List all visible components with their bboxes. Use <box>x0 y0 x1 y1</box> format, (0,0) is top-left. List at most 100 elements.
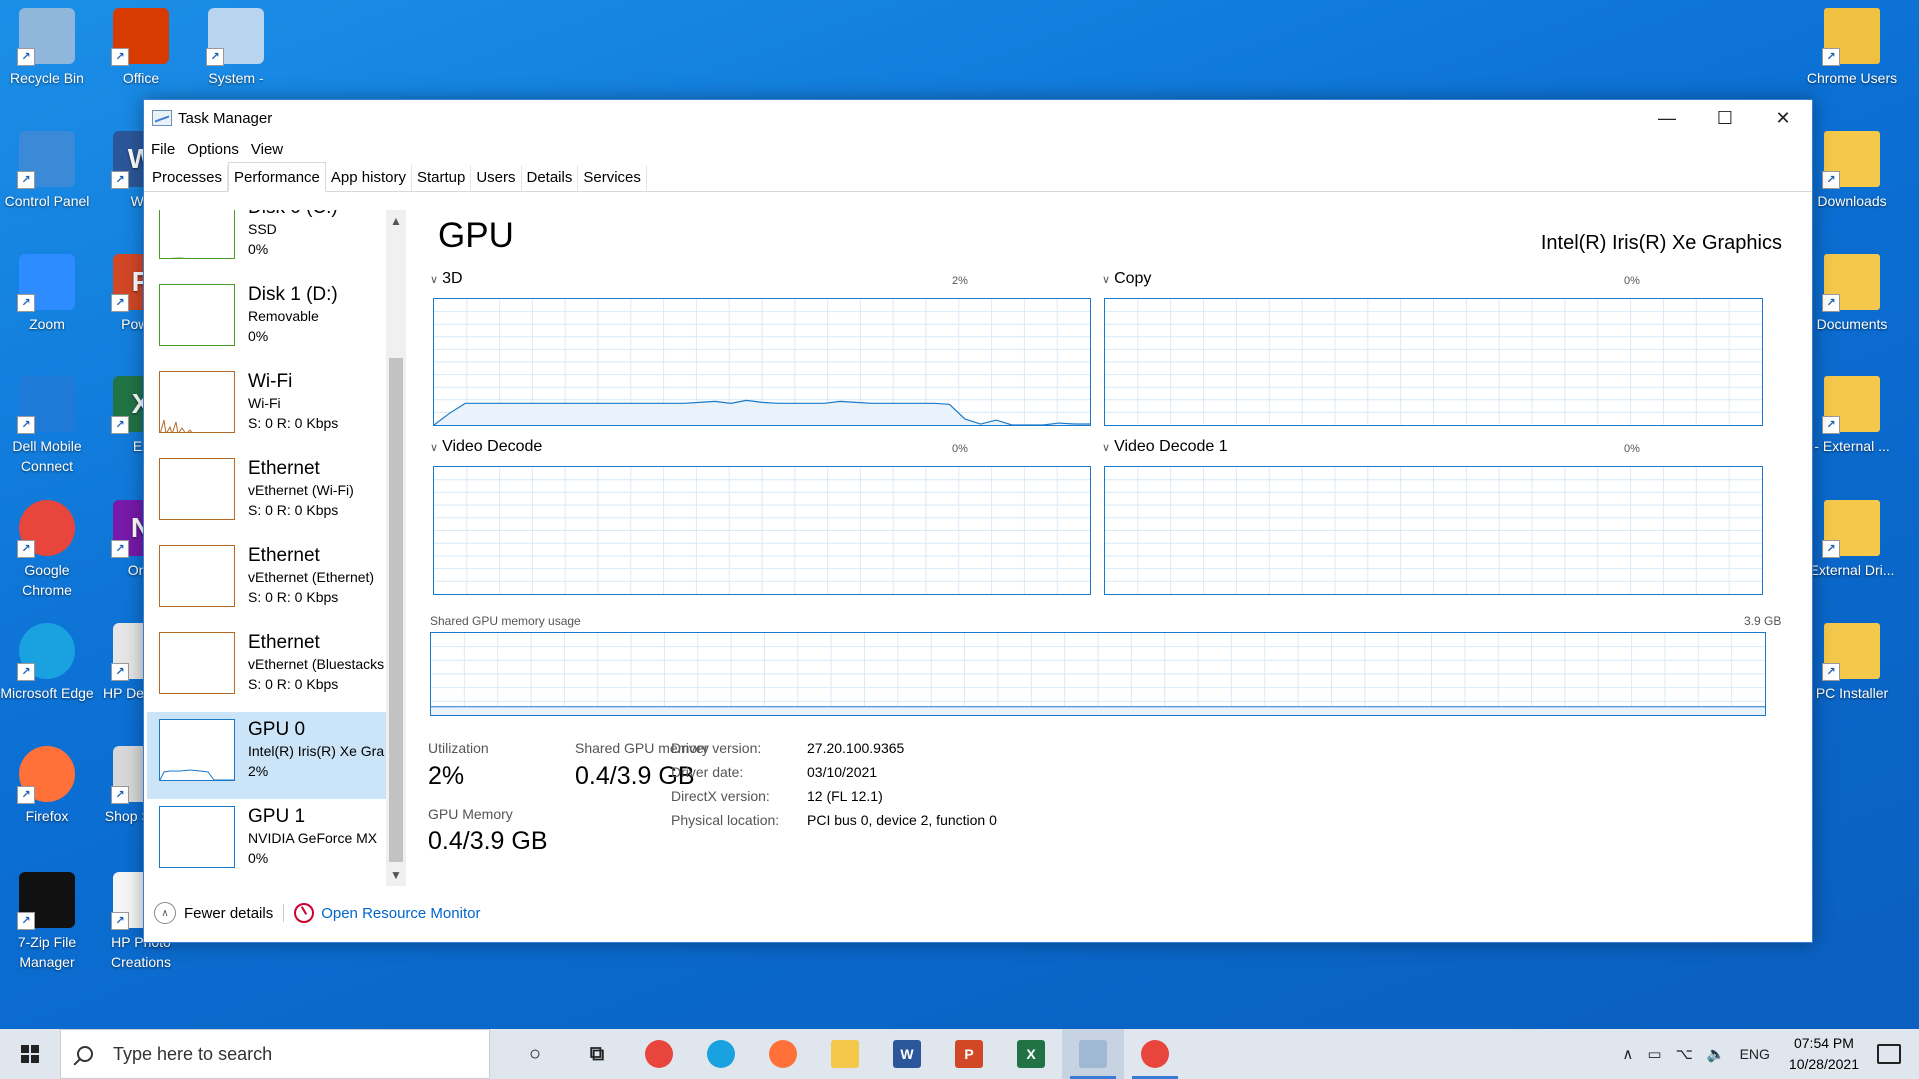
battery-icon[interactable]: ▭ <box>1647 1045 1661 1063</box>
engine-select-3d[interactable]: ∨ 3D <box>430 270 463 288</box>
title-bar[interactable]: Task Manager — ☐ ✕ <box>144 100 1812 136</box>
taskbar-app[interactable]: W <box>876 1029 938 1079</box>
desktop-icon[interactable]: Documents <box>1806 254 1898 334</box>
taskbar-app[interactable] <box>752 1029 814 1079</box>
engine-select-video-decode-1[interactable]: ∨ Video Decode 1 <box>1102 438 1228 456</box>
device-item[interactable]: GPU 0 Intel(R) Iris(R) Xe Gra 2% <box>147 712 390 799</box>
tab-app-history[interactable]: App history <box>326 165 412 191</box>
device-thumbnail-graph <box>159 284 235 346</box>
device-thumbnail-line <box>160 419 193 432</box>
tab-processes[interactable]: Processes <box>147 165 229 191</box>
close-button[interactable]: ✕ <box>1754 100 1812 136</box>
desktop-icon[interactable]: Microsoft Edge <box>0 623 94 703</box>
tab-performance[interactable]: Performance <box>228 162 326 192</box>
desktop-icon[interactable]: Office <box>94 8 188 88</box>
taskbar-app[interactable] <box>628 1029 690 1079</box>
device-item[interactable]: Ethernet vEthernet (Bluestacks S: 0 R: 0 K… <box>147 625 390 712</box>
external-folder-icon <box>1822 376 1880 434</box>
clock[interactable]: 07:54 PM 10/28/2021 <box>1789 1033 1859 1075</box>
desktop-icon-label: Microsoft Edge <box>0 685 94 701</box>
device-item-text: Disk 1 (D:) Removable 0% <box>248 284 338 364</box>
engine-select-video-decode[interactable]: ∨ Video Decode <box>430 438 542 456</box>
taskbar-app[interactable] <box>690 1029 752 1079</box>
device-subtitle: vEthernet (Wi-Fi) <box>248 482 354 498</box>
device-item-text: Wi-Fi Wi-Fi S: 0 R: 0 Kbps <box>248 371 338 451</box>
wifi-icon[interactable]: ⌥ <box>1676 1045 1693 1063</box>
tab-users[interactable]: Users <box>471 165 522 191</box>
device-item[interactable]: Disk 0 (C:) SSD 0% <box>147 210 390 277</box>
desktop-icon-system[interactable]: System - Control Panel <box>189 8 283 88</box>
gpu-memory-value: 0.4/3.9 GB <box>428 827 548 855</box>
taskbar-search[interactable]: Type here to search <box>60 1029 490 1079</box>
desktop-icon[interactable]: Dell Mobile Connect <box>0 376 94 476</box>
graph-3d <box>433 298 1091 426</box>
pc-installer-icon <box>1822 623 1880 681</box>
chevron-up-icon[interactable]: ∧ <box>1622 1045 1633 1063</box>
menu-file[interactable]: File <box>151 141 175 158</box>
scrollbar-thumb[interactable] <box>389 358 403 862</box>
desktop-icon[interactable]: PC Installer <box>1806 623 1898 703</box>
scroll-down-arrow[interactable]: ▼ <box>386 868 406 882</box>
device-thumbnail-graph <box>159 210 235 259</box>
desktop-icon-label: PC Installer <box>1815 685 1889 701</box>
taskbar-app[interactable] <box>1062 1029 1124 1079</box>
maximize-button[interactable]: ☐ <box>1696 100 1754 136</box>
device-item[interactable]: Ethernet vEthernet (Wi-Fi) S: 0 R: 0 Kbps <box>147 451 390 538</box>
driver-info-key: Physical location: <box>671 812 780 828</box>
device-item[interactable]: Wi-Fi Wi-Fi S: 0 R: 0 Kbps <box>147 364 390 451</box>
notification-icon[interactable] <box>1877 1044 1901 1064</box>
taskbar-app[interactable] <box>1124 1029 1186 1079</box>
desktop-icon[interactable]: Firefox <box>0 746 94 826</box>
device-name: Disk 0 (C:) <box>248 210 338 219</box>
desktop-icon[interactable]: Zoom <box>0 254 94 334</box>
device-item-text: Ethernet vEthernet (Wi-Fi) S: 0 R: 0 Kbps <box>248 458 354 538</box>
footer-divider <box>283 904 285 922</box>
taskbar-app[interactable]: ⧉ <box>566 1029 628 1079</box>
desktop-icon[interactable]: Control Panel <box>0 131 94 211</box>
tab-startup[interactable]: Startup <box>412 165 472 191</box>
desktop-icon[interactable]: Google Chrome <box>0 500 94 600</box>
tab-details[interactable]: Details <box>522 165 579 191</box>
tab-services[interactable]: Services <box>578 165 647 191</box>
graph-video-decode <box>433 466 1091 595</box>
chevron-up-icon[interactable]: ∧ <box>154 902 176 924</box>
device-list-scrollbar[interactable]: ▲ ▼ <box>386 210 406 886</box>
engine-select-copy[interactable]: ∨ Copy <box>1102 270 1151 288</box>
open-resource-monitor-link[interactable]: Open Resource Monitor <box>321 905 480 922</box>
menu-view[interactable]: View <box>251 141 283 158</box>
downloads-folder-icon <box>1822 131 1880 189</box>
gpu-model-name: Intel(R) Iris(R) Xe Graphics <box>1540 232 1782 254</box>
desktop-icon[interactable]: Downloads <box>1806 131 1898 211</box>
zoom-icon <box>17 254 75 312</box>
start-button[interactable] <box>0 1029 60 1079</box>
device-thumbnail-line <box>160 546 235 607</box>
desktop-icon[interactable]: 7-Zip File Manager <box>0 872 94 972</box>
taskbar-app[interactable]: ○ <box>504 1029 566 1079</box>
word-icon: W <box>893 1040 921 1068</box>
device-item[interactable]: Disk 1 (D:) Removable 0% <box>147 277 390 364</box>
taskbar-app[interactable]: P <box>938 1029 1000 1079</box>
volume-icon[interactable]: 🔈 <box>1707 1045 1726 1063</box>
desktop-icon[interactable]: - External ... <box>1806 376 1898 456</box>
tab-bar: Processes Performance App history Startup Us… <box>144 162 1812 192</box>
menu-options[interactable]: Options <box>187 141 239 158</box>
fewer-details-link[interactable]: Fewer details <box>184 905 273 922</box>
documents-folder-icon <box>1822 254 1880 312</box>
desktop-icon-label: External Dri... <box>1809 562 1895 578</box>
language-indicator[interactable]: ENG <box>1740 1046 1770 1062</box>
device-name: Ethernet <box>248 632 320 653</box>
minimize-button[interactable]: — <box>1638 100 1696 136</box>
device-item[interactable]: GPU 1 NVIDIA GeForce MX 0% <box>147 799 390 886</box>
chevron-down-icon: ∨ <box>430 442 439 454</box>
desktop-icon[interactable]: Recycle Bin <box>0 8 94 88</box>
scroll-up-arrow[interactable]: ▲ <box>386 214 406 228</box>
taskbar-app[interactable] <box>814 1029 876 1079</box>
device-value: S: 0 R: 0 Kbps <box>248 676 339 692</box>
desktop-icon[interactable]: External Dri... <box>1806 500 1898 580</box>
taskbar-app[interactable]: X <box>1000 1029 1062 1079</box>
desktop-icon[interactable]: Chrome Users <box>1806 8 1898 88</box>
shared-memory-fill <box>431 706 1765 715</box>
device-item-text: Disk 0 (C:) SSD 0% <box>248 210 338 277</box>
device-item[interactable]: Ethernet vEthernet (Ethernet) S: 0 R: 0 Kb… <box>147 538 390 625</box>
windows-logo-icon <box>21 1045 39 1063</box>
